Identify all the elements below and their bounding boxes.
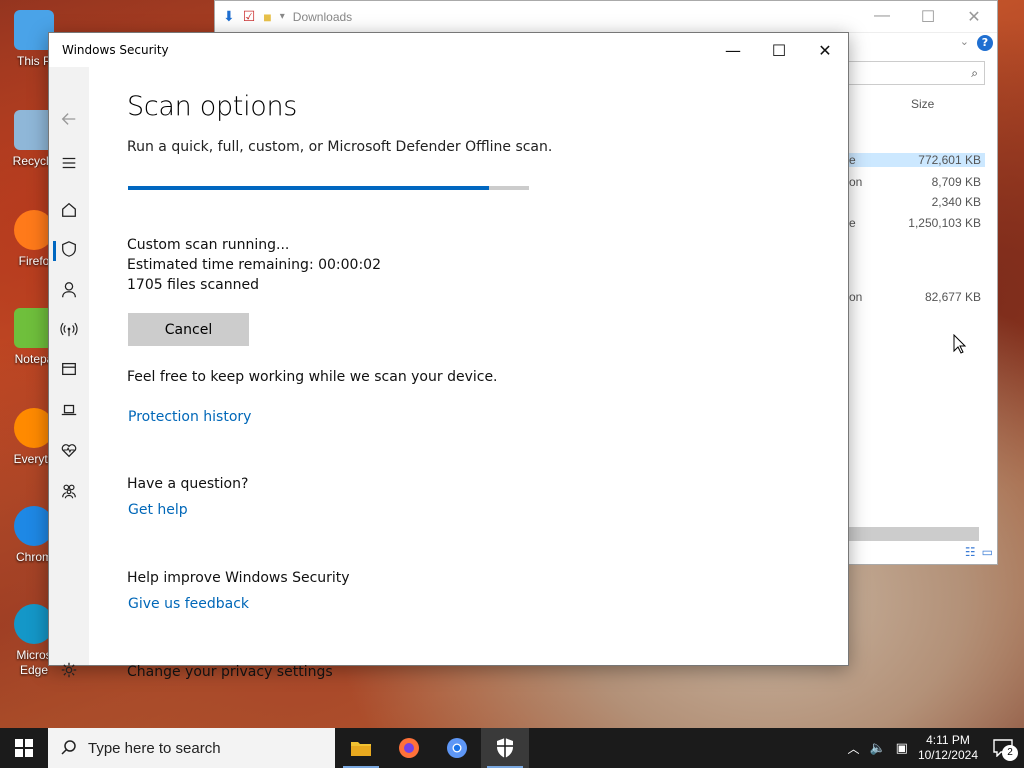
page-title: Scan options <box>127 91 298 122</box>
scan-options-content: Scan options Run a quick, full, custom, … <box>127 67 848 680</box>
dropdown-icon[interactable]: ▾ <box>280 11 285 22</box>
chevron-up-icon[interactable]: ︿ <box>847 740 859 757</box>
taskbar-clock[interactable]: 4:11 PM 10/12/2024 <box>918 733 978 763</box>
clock-date: 10/12/2024 <box>917 748 978 762</box>
explorer-search-box[interactable]: ⌕ <box>845 61 985 85</box>
get-help-link[interactable]: Get help <box>128 502 188 518</box>
column-header-size[interactable]: Size <box>911 97 934 111</box>
minimize-icon[interactable]: — <box>859 7 905 27</box>
give-feedback-link[interactable]: Give us feedback <box>128 596 249 612</box>
start-button[interactable] <box>0 728 48 768</box>
improve-heading: Help improve Windows Security <box>127 570 350 586</box>
maximize-button[interactable]: ☐ <box>756 33 802 67</box>
settings-gear-icon[interactable] <box>49 654 89 686</box>
details-view-icon[interactable]: ☷ <box>965 545 976 559</box>
question-heading: Have a question? <box>127 476 249 492</box>
chrome-icon <box>447 738 467 758</box>
notification-count-badge: 2 <box>1002 745 1018 761</box>
clock-time: 4:11 PM <box>926 733 970 747</box>
taskbar-chrome[interactable] <box>433 728 481 768</box>
taskbar: Type here to search ︿ 🔈 ▣ 4:11 PM 10/12/… <box>0 728 1024 768</box>
mouse-cursor-icon <box>953 334 967 354</box>
scan-status-text: Custom scan running... <box>127 237 290 253</box>
security-titlebar[interactable]: Windows Security — ☐ ✕ <box>49 33 848 67</box>
view-toggle: ☷ ▭ <box>965 545 993 559</box>
keep-working-text: Feel free to keep working while we scan … <box>127 369 498 385</box>
taskbar-firefox[interactable] <box>385 728 433 768</box>
firefox-icon <box>399 738 419 758</box>
action-center-button[interactable]: 2 <box>988 733 1018 763</box>
file-explorer-icon <box>351 742 371 756</box>
chevron-down-icon[interactable]: ⌄ <box>960 35 969 48</box>
properties-icon[interactable]: ☑ <box>243 8 256 25</box>
explorer-titlebar[interactable]: ⬇ ☑ ■ ▾ Downloads — ☐ ✕ <box>215 1 997 33</box>
folder-icon[interactable]: ■ <box>263 9 271 25</box>
file-name-fragment[interactable]: on <box>849 290 862 304</box>
maximize-icon[interactable]: ☐ <box>905 7 951 27</box>
download-arrow-icon[interactable]: ⬇ <box>223 8 235 25</box>
close-button[interactable]: ✕ <box>802 33 848 67</box>
device-security-laptop-icon[interactable] <box>49 394 89 426</box>
file-name-fragment[interactable]: e <box>849 216 856 230</box>
file-name-fragment[interactable]: on <box>849 175 862 189</box>
windows-security-shield-icon <box>497 738 513 758</box>
hamburger-menu-icon[interactable] <box>49 147 89 179</box>
time-remaining-text: Estimated time remaining: 00:00:02 <box>127 257 381 273</box>
taskbar-windows-security[interactable] <box>481 728 529 768</box>
search-icon <box>61 740 76 755</box>
page-subtitle: Run a quick, full, custom, or Microsoft … <box>127 139 553 155</box>
back-arrow-icon[interactable] <box>49 103 89 135</box>
window-title: Windows Security <box>62 43 169 57</box>
home-icon[interactable] <box>49 194 89 226</box>
firewall-network-icon[interactable] <box>49 313 89 345</box>
close-icon[interactable]: ✕ <box>951 7 997 27</box>
taskbar-search-box[interactable]: Type here to search <box>48 728 335 768</box>
minimize-button[interactable]: — <box>710 33 756 67</box>
file-size-cell[interactable]: 2,340 KB <box>841 195 981 209</box>
account-person-icon[interactable] <box>49 274 89 306</box>
scan-progress-bar <box>128 186 529 190</box>
cancel-scan-button[interactable]: Cancel <box>128 313 249 346</box>
family-options-icon[interactable] <box>49 475 89 507</box>
navigation-sidebar <box>49 67 89 678</box>
file-name-fragment[interactable]: e <box>849 153 856 167</box>
search-placeholder: Type here to search <box>88 739 221 757</box>
network-icon[interactable]: ▣ <box>896 741 908 756</box>
help-icon[interactable]: ? <box>977 35 993 51</box>
app-browser-control-icon[interactable] <box>49 353 89 385</box>
explorer-title: Downloads <box>292 9 353 24</box>
protection-history-link[interactable]: Protection history <box>128 409 251 425</box>
system-tray: ︿ 🔈 ▣ 4:11 PM 10/12/2024 2 <box>847 733 1024 763</box>
large-icons-view-icon[interactable]: ▭ <box>982 545 993 559</box>
scan-progress-fill <box>128 186 489 190</box>
windows-logo-icon <box>15 739 33 757</box>
file-size-cell[interactable]: 772,601 KB <box>845 153 985 167</box>
windows-security-window[interactable]: Windows Security — ☐ ✕ Scan options Run … <box>48 32 849 680</box>
privacy-heading: Change your privacy settings <box>127 664 333 680</box>
quick-access-toolbar: ⬇ ☑ ■ ▾ Downloads <box>215 8 352 25</box>
files-scanned-text: 1705 files scanned <box>127 277 259 293</box>
shield-icon[interactable] <box>49 233 89 265</box>
file-size-cell[interactable]: 1,250,103 KB <box>841 216 981 230</box>
volume-muted-icon[interactable]: 🔈 <box>869 741 885 756</box>
device-health-heart-icon[interactable] <box>49 434 89 466</box>
search-icon: ⌕ <box>971 66 978 80</box>
taskbar-file-explorer[interactable] <box>337 728 385 768</box>
horizontal-scrollbar[interactable] <box>849 527 979 541</box>
